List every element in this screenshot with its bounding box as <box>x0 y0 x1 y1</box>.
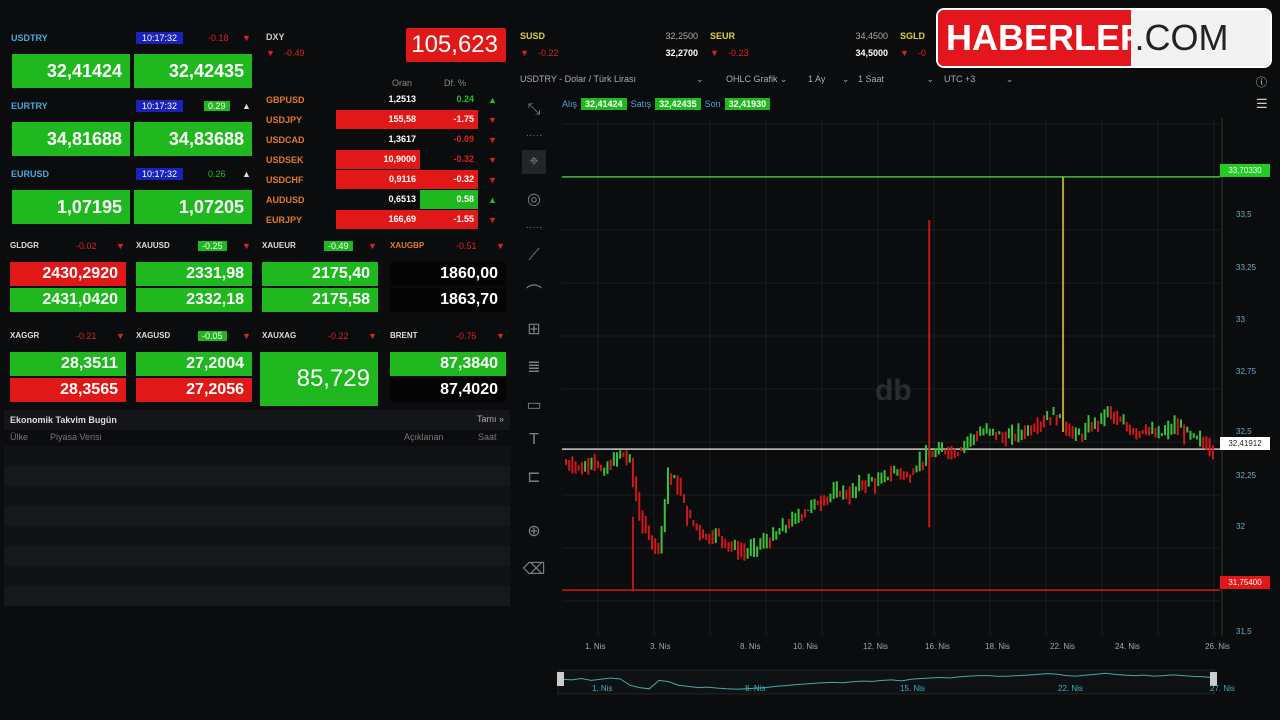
y-tick-label: 32,5 <box>1236 427 1252 436</box>
navigator-label: 27. Nis <box>1210 684 1235 693</box>
y-tick-label: 33,5 <box>1236 210 1252 219</box>
price-chart[interactable]: db <box>0 0 1280 720</box>
x-tick-label: 16. Nis <box>925 642 950 651</box>
navigator-label: 22. Nis <box>1058 684 1083 693</box>
y-tick-label: 32,25 <box>1236 471 1257 480</box>
y-tick-label: 33 <box>1236 315 1245 324</box>
navigator-label: 8. Nis <box>745 684 766 693</box>
y-tick-label: 31,5 <box>1236 627 1252 636</box>
watermark: db <box>875 374 912 407</box>
x-tick-label: 3. Nis <box>650 642 671 651</box>
high-line-label: 33,70330 <box>1220 164 1270 177</box>
y-tick-label: 33,25 <box>1236 263 1257 272</box>
navigator-label: 1. Nis <box>592 684 613 693</box>
current-price-label: 32,41912 <box>1220 437 1270 450</box>
x-tick-label: 10. Nis <box>793 642 818 651</box>
x-tick-label: 26. Nis <box>1205 642 1230 651</box>
y-tick-label: 32 <box>1236 522 1245 531</box>
x-tick-label: 22. Nis <box>1050 642 1075 651</box>
x-tick-label: 12. Nis <box>863 642 888 651</box>
x-tick-label: 1. Nis <box>585 642 606 651</box>
x-tick-label: 8. Nis <box>740 642 761 651</box>
x-tick-label: 24. Nis <box>1115 642 1140 651</box>
low-line-label: 31,75400 <box>1220 576 1270 589</box>
navigator-left-handle[interactable] <box>557 672 564 686</box>
navigator[interactable] <box>557 669 1215 695</box>
navigator-label: 15. Nis <box>900 684 925 693</box>
x-tick-label: 18. Nis <box>985 642 1010 651</box>
y-tick-label: 32,75 <box>1236 367 1257 376</box>
